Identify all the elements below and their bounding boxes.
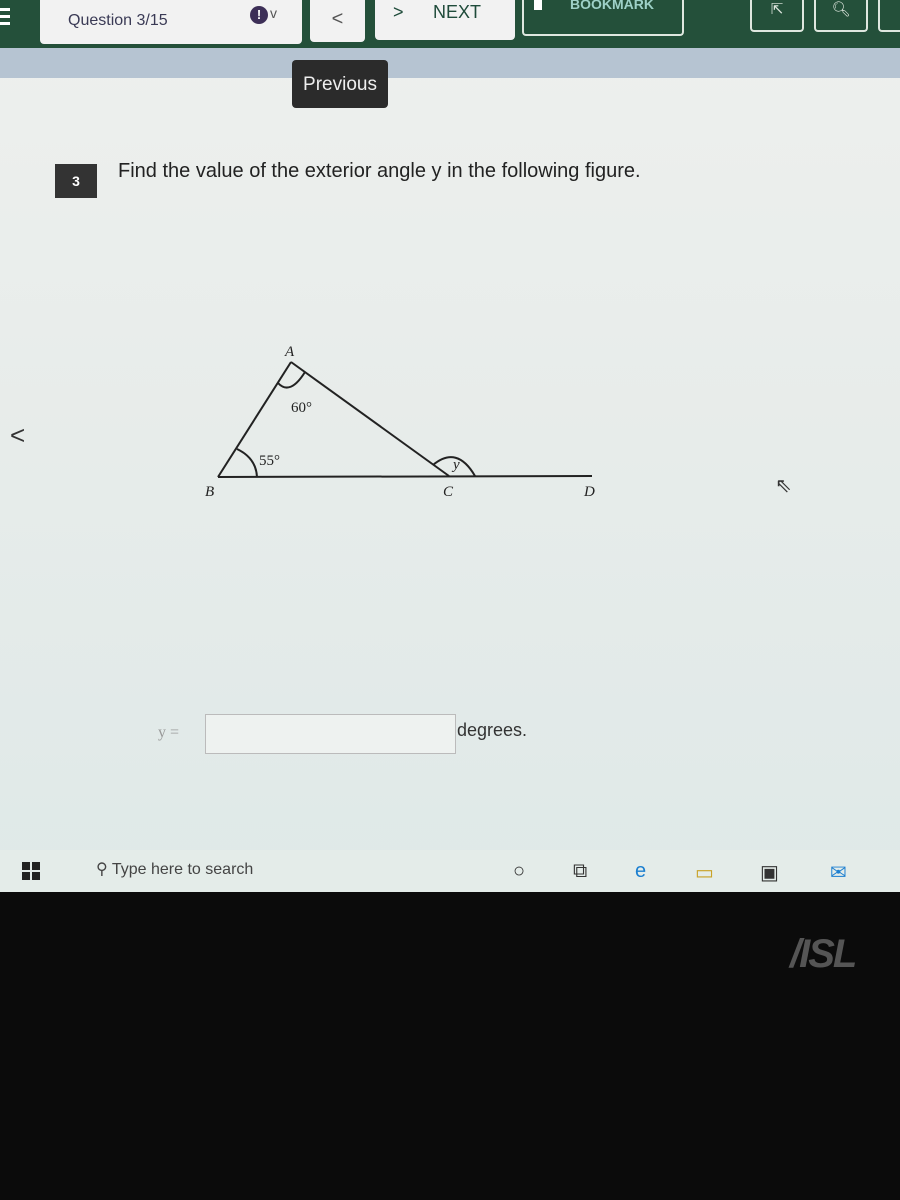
store-icon[interactable]: ▣ — [760, 860, 779, 885]
answer-label: y = — [158, 724, 180, 741]
angle-y-label: y — [451, 457, 460, 473]
asus-logo: /ISL — [790, 932, 857, 976]
triangle-figure: A B C D 60° 55° y — [205, 344, 595, 500]
back-chevron-icon[interactable]: < — [10, 420, 25, 451]
label-c: C — [443, 484, 454, 500]
line-bd — [217, 475, 593, 478]
label-d: D — [583, 484, 595, 500]
answer-input[interactable] — [205, 714, 456, 754]
edge-icon[interactable]: e — [635, 860, 646, 883]
side-ab — [217, 361, 292, 478]
screen: Question 3/15 ! v < > NEXT BOOKMARK ⇱ 🔍︎… — [0, 0, 900, 892]
task-view-icon[interactable]: ⧉ — [573, 860, 587, 883]
unit-label: degrees. — [457, 720, 528, 740]
search-icon: ⚲ — [96, 861, 112, 878]
cortana-icon[interactable]: ○ — [513, 860, 525, 883]
angle-b-value: 55° — [259, 453, 280, 469]
taskbar: ⚲ Type here to search ○ ⧉ e ▭ ▣ ✉ — [0, 850, 900, 892]
file-explorer-icon[interactable]: ▭ — [695, 860, 714, 885]
search-placeholder: Type here to search — [111, 861, 254, 878]
mouse-cursor-icon: ⇖ — [775, 475, 792, 497]
side-ac — [290, 361, 450, 477]
angle-b-arc — [236, 448, 258, 478]
taskbar-search[interactable]: ⚲ Type here to search — [96, 859, 253, 879]
label-a: A — [284, 344, 295, 360]
label-b: B — [205, 484, 214, 500]
windows-start-icon[interactable] — [22, 862, 40, 880]
angle-a-value: 60° — [291, 400, 312, 416]
mail-icon[interactable]: ✉ — [830, 860, 847, 885]
